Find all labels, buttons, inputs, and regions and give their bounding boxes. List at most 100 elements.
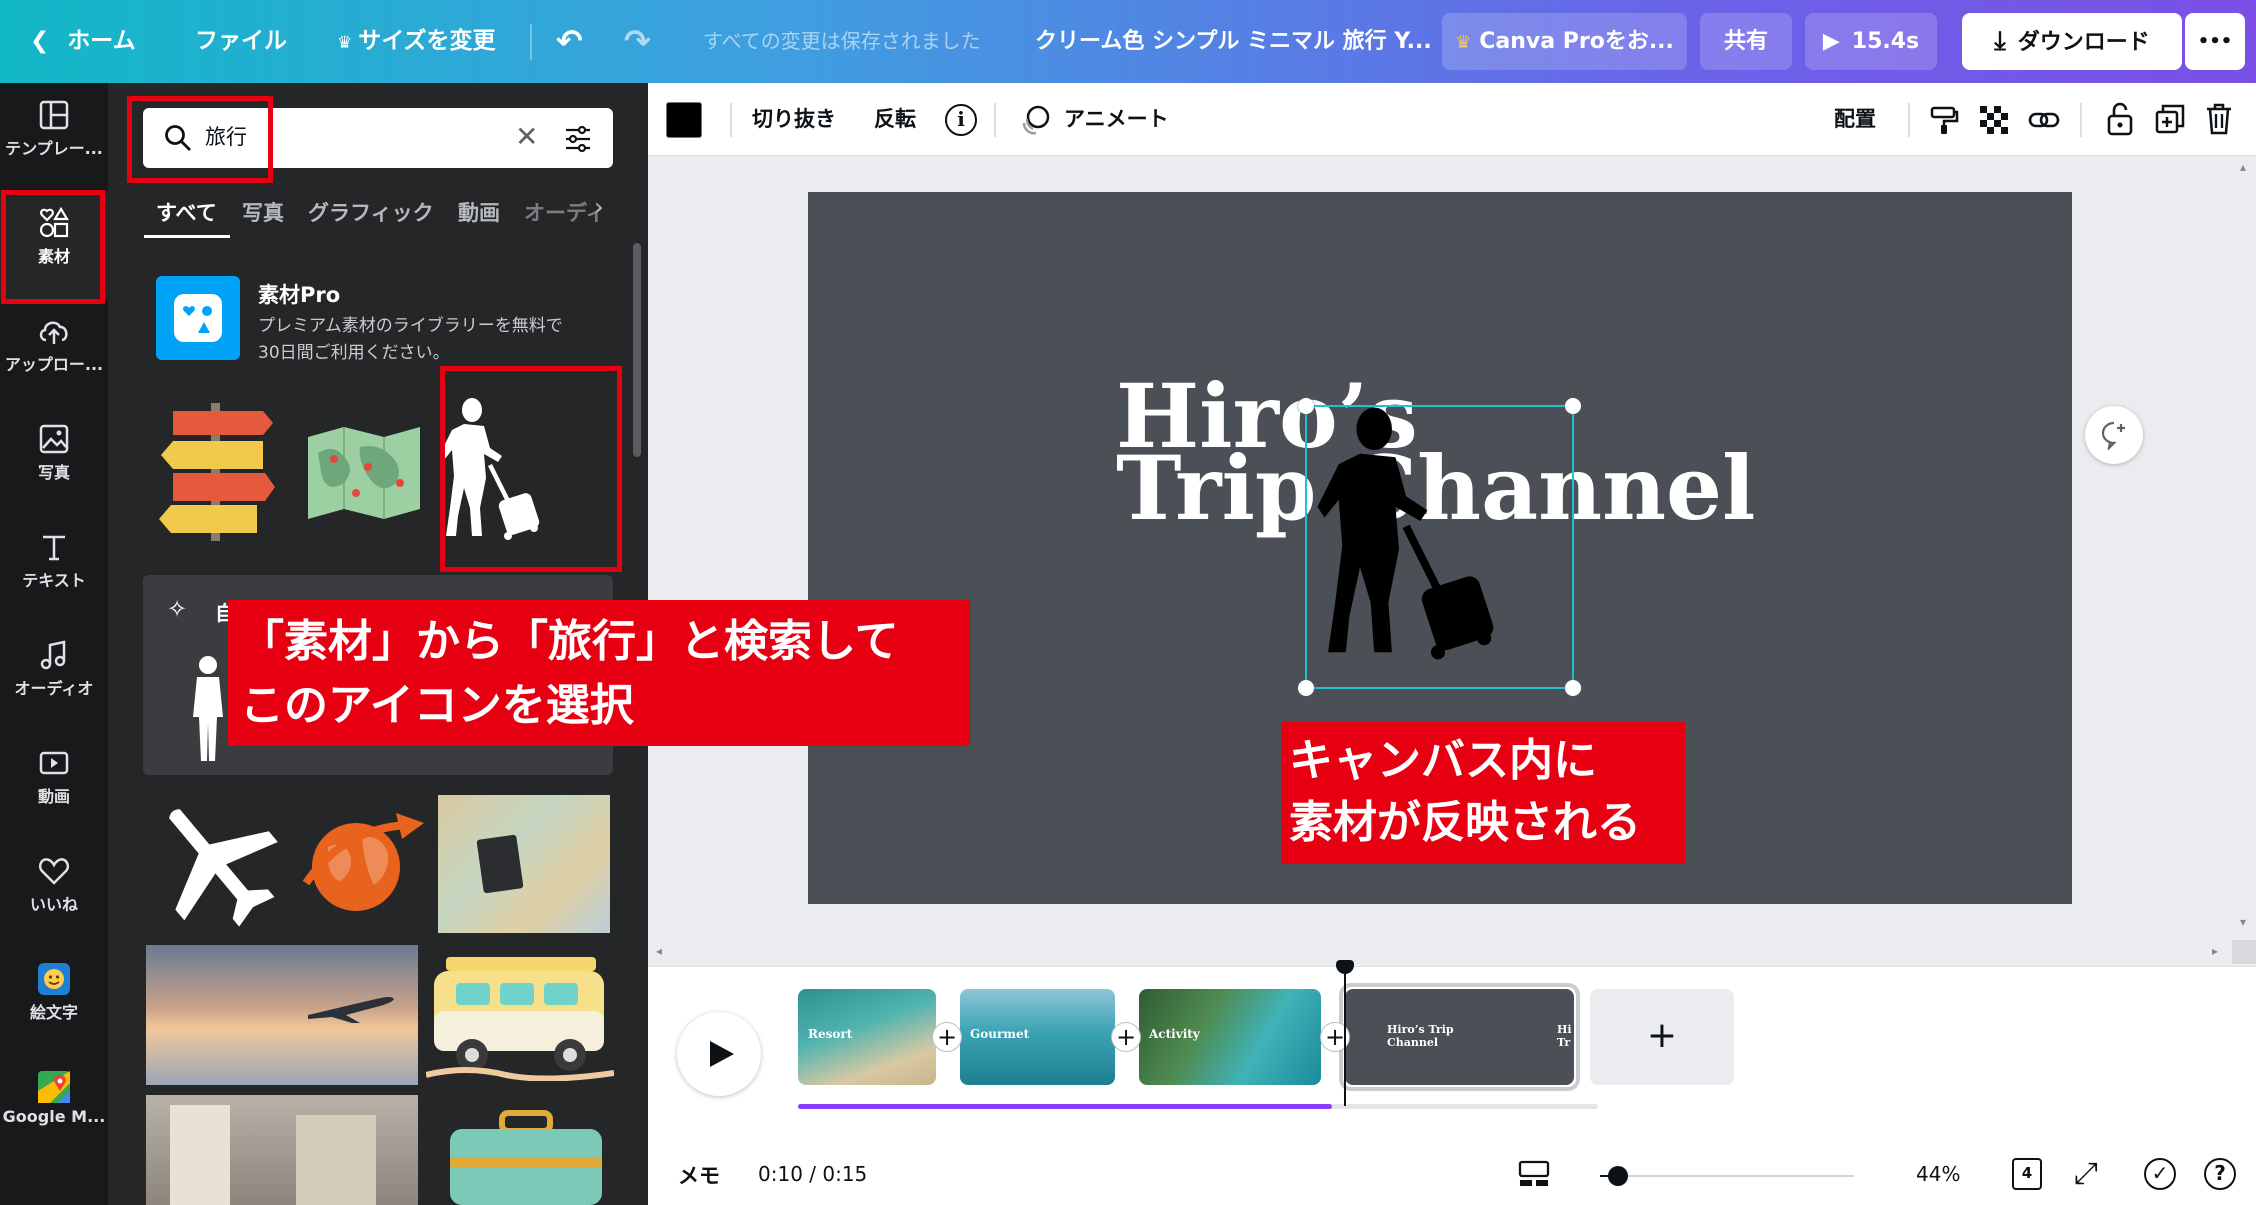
download-icon: ⤓ — [1994, 26, 2006, 56]
rail-item-videos[interactable]: 動画 — [0, 731, 108, 839]
emoji-icon — [38, 963, 70, 995]
rail-item-uploads[interactable]: アップロー... — [0, 299, 108, 407]
canva-pro-button[interactable]: ♛ Canva Proをお... — [1442, 13, 1687, 70]
tab-videos[interactable]: 動画 — [458, 191, 500, 235]
add-comment-button[interactable] — [2085, 406, 2143, 464]
zoom-level[interactable]: 44% — [1916, 1162, 1960, 1186]
document-title[interactable]: クリーム色 シンプル ミニマル 旅行 Y... — [1035, 0, 1432, 83]
rail-item-google-maps[interactable]: Google M... — [0, 1055, 108, 1163]
music-note-icon — [40, 640, 66, 670]
timeline-clip-activity[interactable]: Activity — [1139, 989, 1321, 1085]
photo-icon — [39, 424, 69, 454]
notes-button[interactable]: メモ — [678, 1160, 720, 1190]
passport-image — [476, 834, 524, 894]
chevron-right-icon[interactable]: › — [594, 193, 604, 221]
timeline-play-button[interactable] — [677, 1012, 761, 1096]
file-menu[interactable]: ファイル — [195, 0, 287, 83]
timeline-progress-track[interactable] — [798, 1104, 1598, 1109]
undo-icon[interactable]: ↶ — [556, 0, 583, 83]
trash-icon[interactable] — [2204, 102, 2234, 136]
resize-button[interactable]: ♛ サイズを変更 — [337, 0, 496, 83]
timeline-view-icon[interactable] — [1518, 1160, 1550, 1188]
add-transition-button[interactable]: + — [932, 1022, 962, 1052]
timeline-clip-gourmet[interactable]: Gourmet — [960, 989, 1115, 1085]
crop-button[interactable]: 切り抜き — [752, 83, 836, 156]
scroll-left-arrow[interactable]: ◂ — [656, 944, 662, 958]
color-swatch[interactable] — [666, 102, 702, 138]
page-count-button[interactable]: 4 — [2012, 1158, 2042, 1190]
clear-icon[interactable]: ✕ — [515, 108, 538, 168]
rail-item-label: Google M... — [2, 1107, 106, 1126]
fullscreen-icon[interactable]: ⤢ — [2074, 1156, 2098, 1191]
templates-icon — [39, 100, 69, 130]
zoom-slider-handle[interactable] — [1608, 1166, 1628, 1186]
timeline-clip-title[interactable]: Hiro’s Trip Channel Hi Tr — [1345, 989, 1574, 1085]
animate-button[interactable]: アニメート — [1064, 83, 1169, 156]
transparency-icon[interactable] — [1978, 104, 2010, 136]
rail-item-label: テキスト — [22, 571, 86, 590]
resize-handle[interactable] — [1565, 398, 1581, 414]
scroll-right-arrow[interactable]: ▸ — [2212, 944, 2218, 958]
play-duration-button[interactable]: ▶ 15.4s — [1805, 13, 1937, 70]
person-silhouette-graphic — [193, 656, 223, 761]
tab-audio[interactable]: オーディ — [524, 191, 602, 235]
street-photo[interactable] — [146, 1095, 418, 1205]
paint-roller-icon[interactable] — [1928, 104, 1960, 136]
resize-handle[interactable] — [1298, 680, 1314, 696]
resize-handle[interactable] — [1298, 398, 1314, 414]
share-button[interactable]: 共有 — [1700, 13, 1792, 70]
rail-item-templates[interactable]: テンプレー... — [0, 83, 108, 191]
tab-graphics[interactable]: グラフィック — [308, 191, 434, 235]
airplane-graphic[interactable] — [146, 793, 284, 931]
camper-van-graphic[interactable] — [426, 949, 614, 1081]
info-icon[interactable]: i — [945, 104, 977, 136]
filter-icon[interactable] — [563, 124, 593, 154]
resize-handle[interactable] — [1565, 680, 1581, 696]
unlock-icon[interactable] — [2104, 102, 2136, 136]
rail-item-text[interactable]: テキスト — [0, 515, 108, 623]
playhead[interactable] — [1344, 962, 1346, 1106]
position-button[interactable]: 配置 — [1834, 83, 1876, 156]
crown-icon: ♛ — [337, 33, 353, 53]
highlight-search-box — [127, 96, 273, 183]
rail-item-emoji[interactable]: 絵文字 — [0, 947, 108, 1055]
callout-search-instruction: 「素材」から「旅行」と検索して このアイコンを選択 — [228, 600, 970, 746]
help-button[interactable]: ? — [2204, 1158, 2236, 1190]
link-icon[interactable] — [2028, 104, 2060, 136]
rail-item-label: 絵文字 — [29, 1003, 78, 1022]
highlight-traveler-icon — [440, 366, 622, 572]
timeline-clip-resort[interactable]: Resort — [798, 989, 936, 1085]
add-transition-button[interactable]: + — [1111, 1022, 1141, 1052]
world-map-passport-photo[interactable] — [438, 795, 610, 933]
rail-item-audio[interactable]: オーディオ — [0, 623, 108, 731]
more-button[interactable]: ••• — [2185, 13, 2245, 70]
text-icon — [43, 535, 65, 561]
globe-plane-graphic[interactable] — [292, 795, 428, 931]
divider — [1908, 103, 1910, 137]
tab-photos[interactable]: 写真 — [242, 191, 284, 235]
building-image — [170, 1105, 230, 1205]
duplicate-icon[interactable] — [2154, 103, 2186, 135]
download-button[interactable]: ⤓ ダウンロード — [1962, 13, 2182, 70]
zoom-slider-track[interactable] — [1610, 1175, 1854, 1177]
tab-all[interactable]: すべて — [156, 191, 217, 235]
check-icon[interactable]: ✓ — [2144, 1158, 2176, 1190]
divider — [730, 103, 732, 137]
timeline-progress-fill — [798, 1104, 1332, 1109]
suitcase-graphic[interactable] — [442, 1107, 610, 1205]
promo-title: 素材Pro — [258, 283, 341, 307]
add-page-button[interactable]: + — [1590, 989, 1734, 1085]
scroll-up-arrow[interactable]: ▴ — [2240, 160, 2250, 176]
map-graphic[interactable] — [304, 423, 424, 523]
rail-item-photos[interactable]: 写真 — [0, 407, 108, 515]
signpost-graphic[interactable] — [153, 393, 283, 543]
scroll-down-arrow[interactable]: ▾ — [2240, 915, 2250, 931]
redo-icon[interactable]: ↷ — [624, 0, 651, 83]
panel-scrollbar[interactable] — [633, 243, 641, 457]
clouds-airplane-photo[interactable] — [146, 945, 418, 1085]
home-button[interactable]: ❮ ホーム — [30, 0, 136, 83]
rail-item-likes[interactable]: いいね — [0, 839, 108, 947]
building-image — [296, 1115, 376, 1205]
flip-button[interactable]: 反転 — [874, 83, 916, 156]
callout-canvas-result: キャンバス内に 素材が反映される — [1281, 722, 1685, 864]
